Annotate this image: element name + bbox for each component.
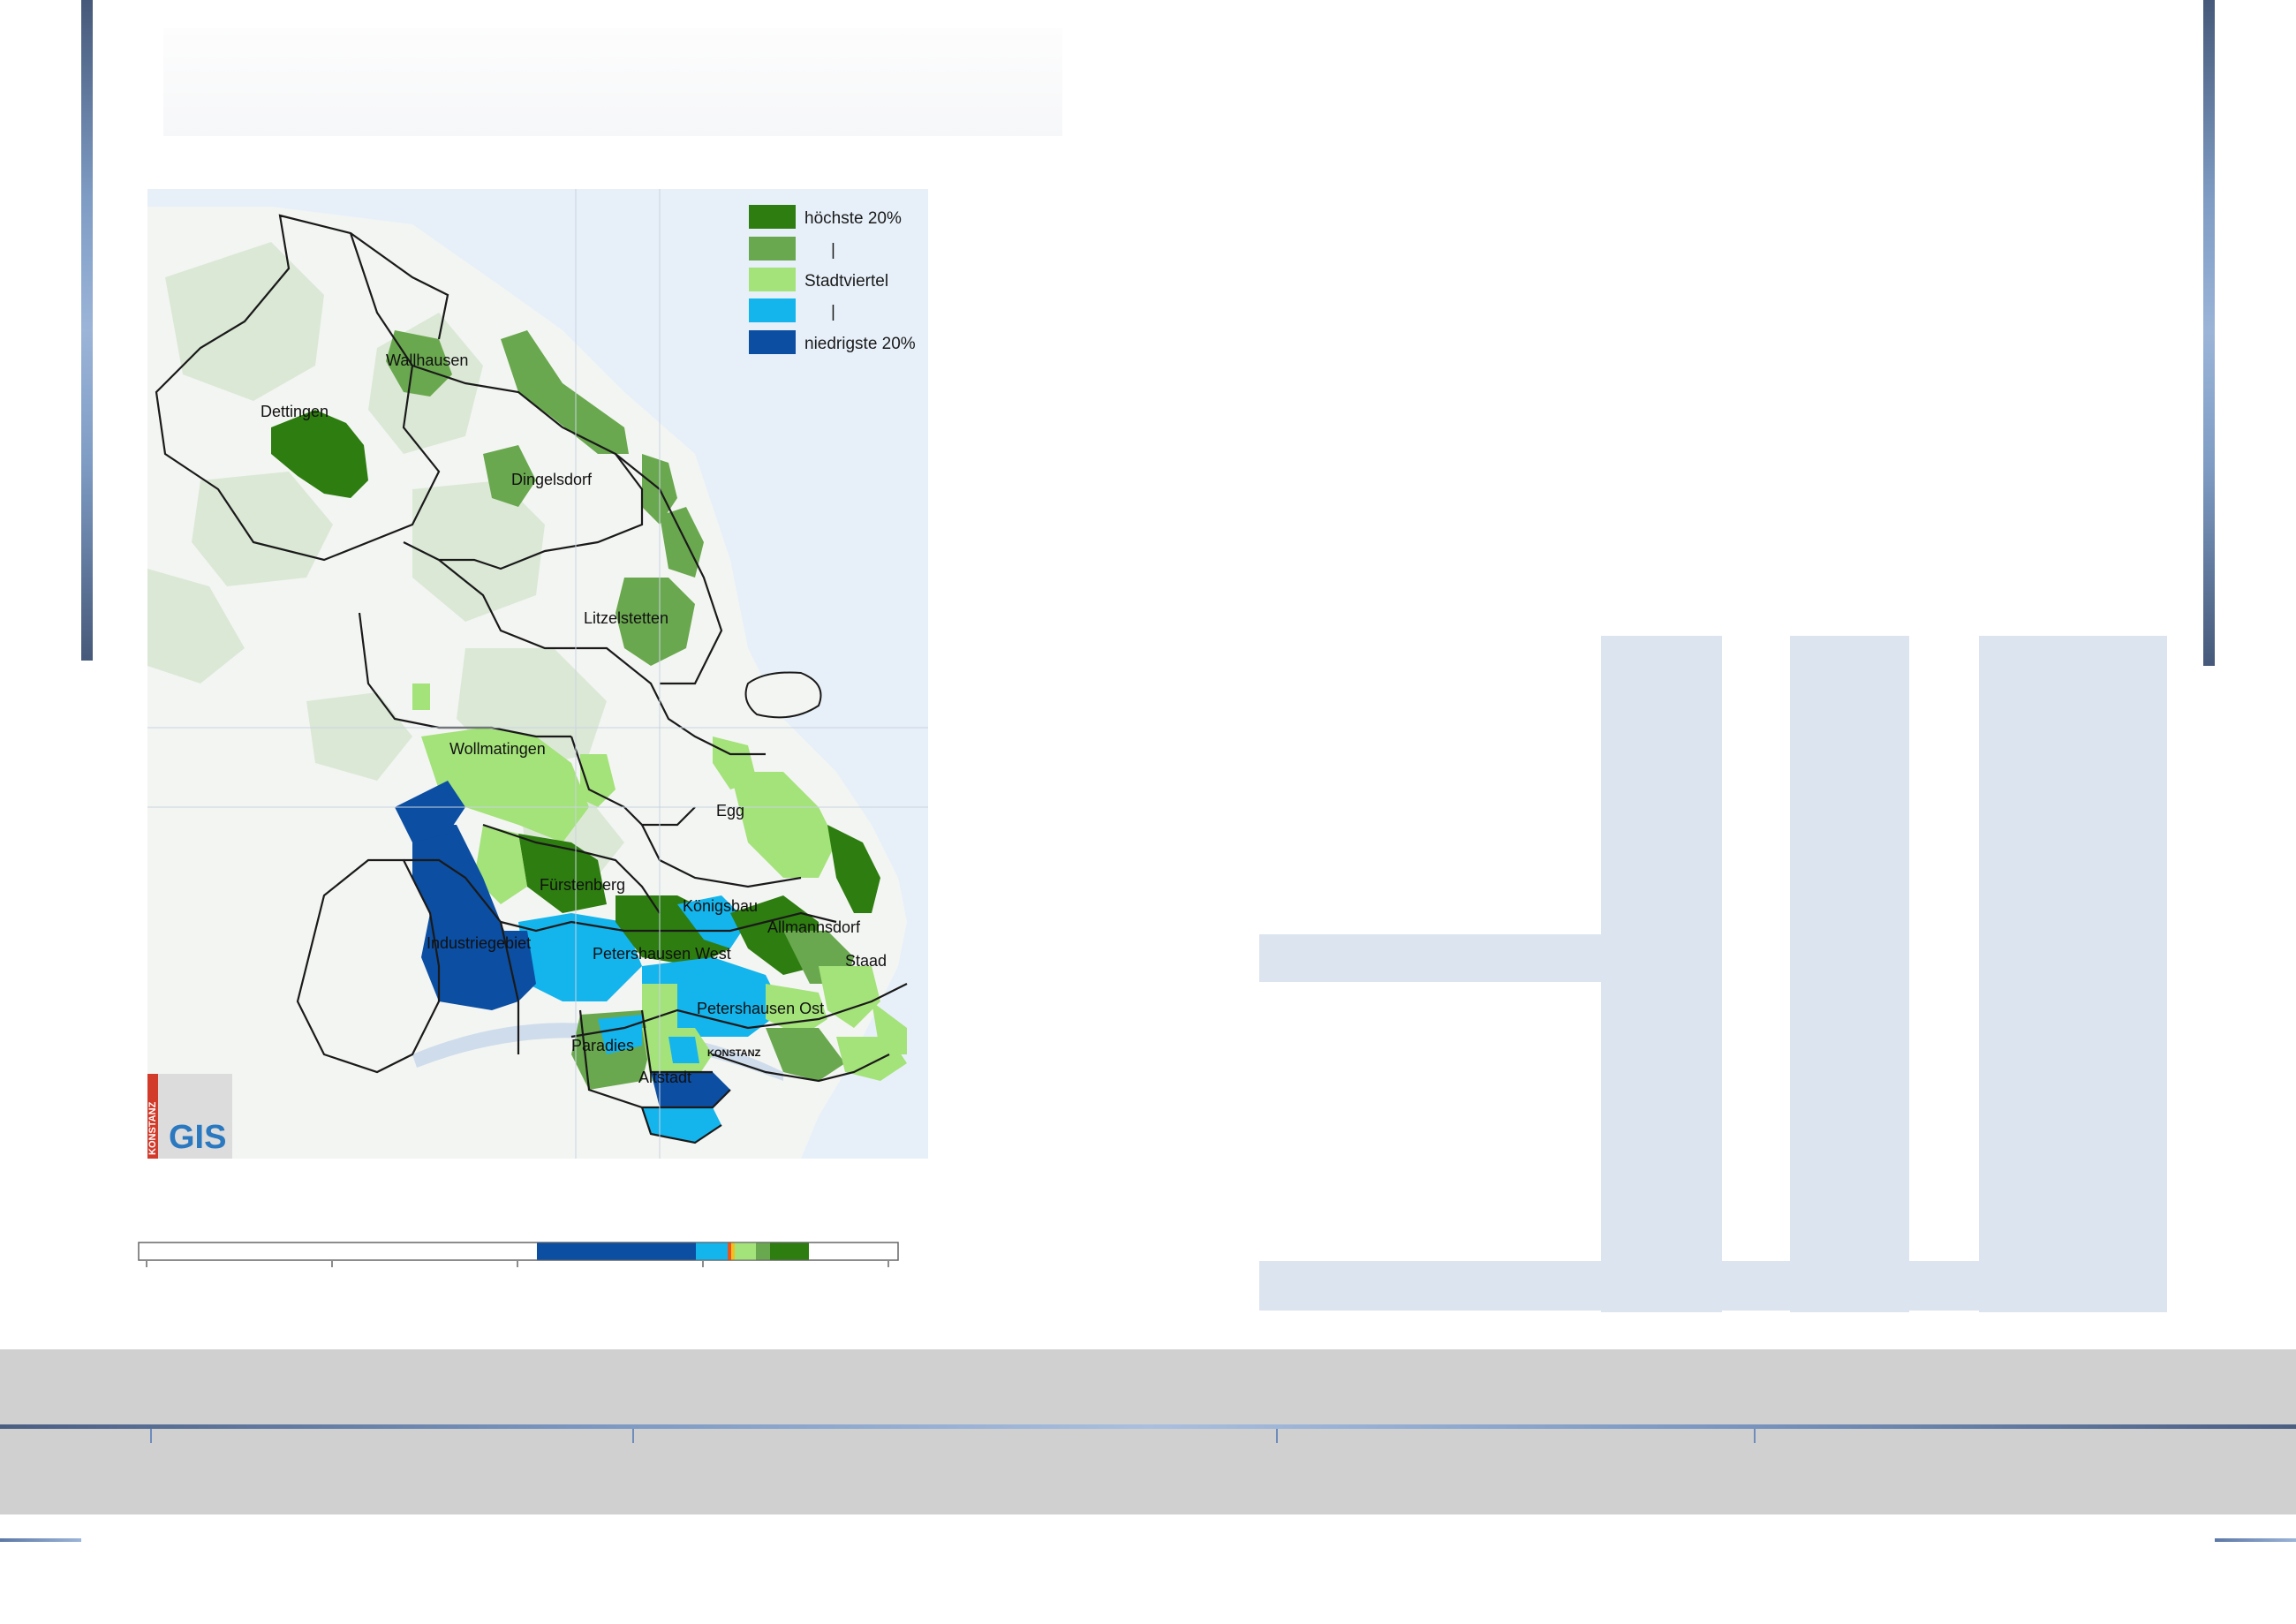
legend-label-high: | [831,241,835,260]
divider-tick [1276,1429,1278,1443]
bottom-right-rule [2215,1538,2296,1542]
legend-swatch-low [749,298,796,322]
label-wallhausen: Wallhausen [386,351,468,369]
table-row-highlight [1259,934,1601,982]
left-decorative-bar [81,0,93,661]
divider-tick [150,1429,152,1443]
strip-segment-low [696,1243,728,1260]
gis-logo: GIS KONSTANZ [147,1074,232,1159]
header-area [163,28,1062,136]
legend-swatch-highest [749,205,796,229]
label-paradies: Paradies [571,1037,634,1054]
label-dettingen: Dettingen [261,403,329,420]
right-decorative-bar [2203,0,2215,666]
legend-label-mid: Stadtviertel [804,272,888,291]
strip-segment-lowest [537,1243,696,1260]
label-staad: Staad [845,952,887,970]
label-fuerstenberg: Fürstenberg [540,876,625,894]
label-dingelsdorf: Dingelsdorf [511,471,593,488]
label-petershausen-west: Petershausen West [593,945,731,963]
logo-text: GIS [169,1119,226,1156]
legend-label-lowest: niedrigste 20% [804,335,916,353]
label-allmannsdorf: Allmannsdorf [767,918,861,936]
footer-divider [0,1424,2296,1429]
table-column-1 [1601,636,1722,1312]
table-footer-row [1259,1261,2167,1311]
district-map: Wallhausen Dettingen Dingelsdorf Litzels… [147,189,928,1159]
logo-side-text: KONSTANZ [147,1101,158,1155]
label-litzelstetten: Litzelstetten [584,609,668,627]
label-industriegebiet: Industriegebiet [427,934,531,952]
divider-tick [632,1429,634,1443]
label-city: KONSTANZ [707,1048,761,1059]
divider-tick [1754,1429,1756,1443]
bottom-left-rule [0,1538,81,1542]
legend-label-low: | [831,303,835,321]
legend-swatch-mid [749,268,796,291]
distribution-strip [138,1242,899,1268]
label-wollmatingen: Wollmatingen [449,740,546,758]
strip-segment-mid [735,1243,756,1260]
label-koenigsbau: Königsbau [683,897,758,915]
strip-segment-highest [770,1243,809,1260]
legend-swatch-high [749,237,796,261]
strip-segment-high [756,1243,770,1260]
table-column-3 [1979,636,2167,1312]
strip-segment-marker [728,1243,731,1260]
island-mainau [744,671,822,719]
label-petershausen-ost: Petershausen Ost [697,1000,824,1017]
footer-band [0,1349,2296,1514]
legend-label-highest: höchste 20% [804,209,902,228]
label-altstadt: Altstadt [638,1069,691,1086]
table-column-2 [1790,636,1909,1312]
label-egg: Egg [716,802,744,820]
legend-swatch-lowest [749,330,796,354]
